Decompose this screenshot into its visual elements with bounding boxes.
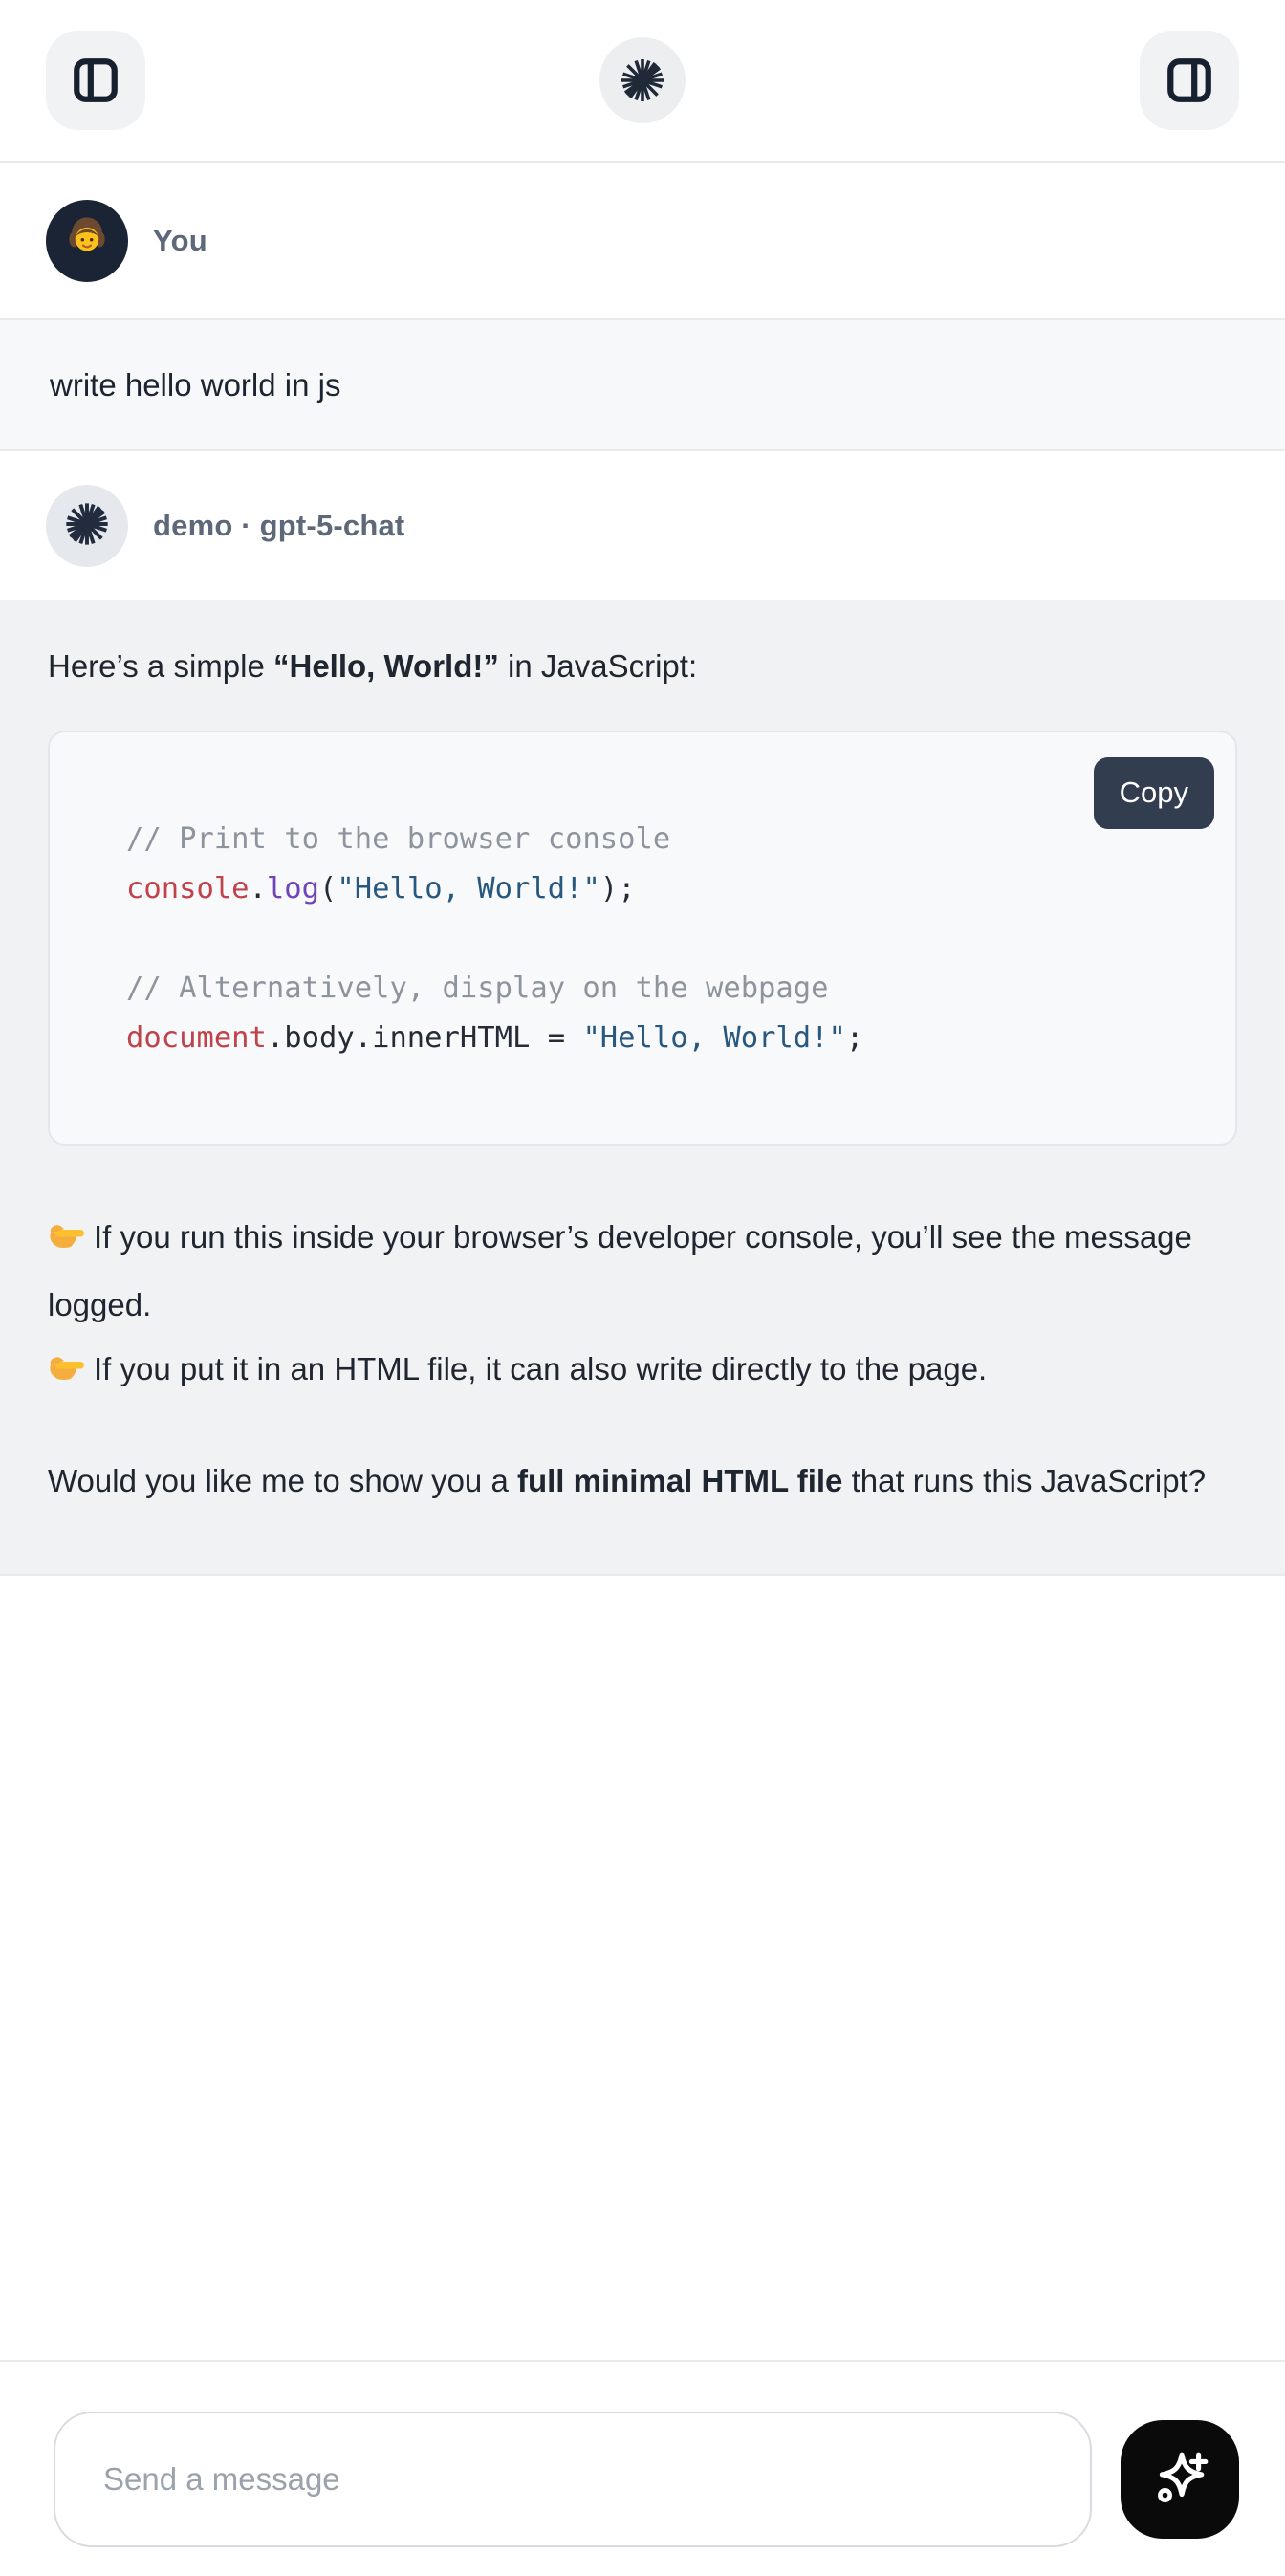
assistant-closing-paragraph: Would you like me to show you a full min…: [48, 1449, 1237, 1513]
code-token: document: [126, 1021, 267, 1055]
assistant-tips-paragraph: If you run this inside your browser’s de…: [48, 1205, 1237, 1405]
top-bar: [0, 0, 1285, 163]
person-emoji-icon: [60, 211, 114, 270]
code-token: "Hello, World!": [582, 1021, 845, 1055]
code-token: .body.innerHTML =: [267, 1021, 583, 1055]
model-logo-button[interactable]: [599, 37, 686, 123]
code-content: // Print to the browser console console.…: [126, 815, 1189, 1063]
user-message-text: write hello world in js: [50, 367, 340, 403]
pointing-right-emoji-icon: [48, 1341, 86, 1405]
code-token: console: [126, 872, 250, 906]
sidebar-toggle-button[interactable]: [46, 31, 145, 130]
user-sender-name: You: [153, 224, 207, 258]
code-token: log: [267, 872, 319, 906]
pointing-right-emoji-icon: [48, 1209, 86, 1273]
user-avatar: [46, 200, 128, 282]
message-composer: [0, 2360, 1285, 2576]
intro-bold-text: “Hello, World!”: [273, 648, 499, 684]
copy-code-button[interactable]: Copy: [1094, 757, 1214, 829]
code-token: ;: [846, 1021, 863, 1055]
chat-empty-area: [0, 1576, 1285, 2360]
code-token: // Alternatively, display on the webpage: [126, 971, 829, 1005]
code-token: "Hello, World!": [337, 872, 599, 906]
tip-text: If you put it in an HTML file, it can al…: [94, 1351, 987, 1386]
right-panel-toggle-button[interactable]: [1140, 31, 1239, 130]
sparkle-icon: [1148, 2447, 1211, 2513]
user-message-header: You: [0, 163, 1285, 318]
closing-text: Would you like me to show you a: [48, 1463, 517, 1498]
intro-text: Here’s a simple: [48, 648, 273, 684]
code-token: .: [250, 872, 267, 906]
send-button[interactable]: [1121, 2420, 1239, 2539]
code-token: // Print to the browser console: [126, 822, 670, 856]
assistant-sender-name: demo · gpt-5-chat: [153, 509, 404, 543]
assistant-intro-paragraph: Here’s a simple “Hello, World!” in JavaS…: [48, 644, 1237, 688]
message-input[interactable]: [54, 2412, 1092, 2547]
starburst-icon: [62, 499, 112, 554]
assistant-message: Here’s a simple “Hello, World!” in JavaS…: [0, 600, 1285, 1576]
panel-left-icon: [70, 55, 121, 106]
code-token: (: [319, 872, 337, 906]
code-block: Copy // Print to the browser console con…: [48, 731, 1237, 1146]
code-token: );: [600, 872, 636, 906]
assistant-message-header: demo · gpt-5-chat: [0, 451, 1285, 600]
panel-right-icon: [1164, 55, 1215, 106]
closing-text-after: that runs this JavaScript?: [842, 1463, 1206, 1498]
starburst-icon: [620, 57, 665, 103]
assistant-avatar: [46, 485, 128, 567]
tip-text: If you run this inside your browser’s de…: [48, 1219, 1192, 1322]
closing-bold-text: full minimal HTML file: [517, 1463, 842, 1498]
intro-text-after: in JavaScript:: [499, 648, 697, 684]
user-message: write hello world in js: [0, 318, 1285, 451]
chat-app: You write hello world in js: [0, 0, 1285, 2576]
